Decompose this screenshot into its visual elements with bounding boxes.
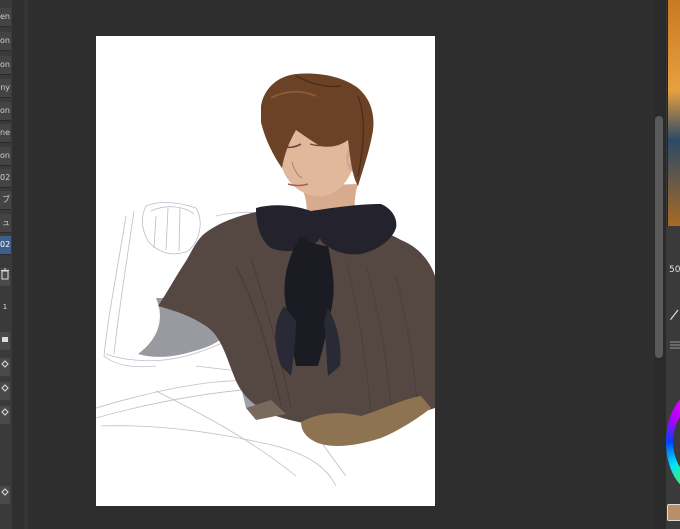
vertical-scrollbar-thumb[interactable] bbox=[655, 116, 663, 358]
layer-item-selected[interactable]: 02 bbox=[0, 236, 11, 255]
pen-icon[interactable] bbox=[669, 306, 680, 321]
brush-size-value[interactable]: 50 bbox=[669, 262, 680, 278]
fill-tool-icon[interactable] bbox=[0, 406, 10, 424]
layer-item[interactable]: on bbox=[0, 56, 11, 75]
navigator-preview[interactable] bbox=[667, 0, 680, 226]
layer-item[interactable]: 02 bbox=[0, 169, 11, 188]
fill-tool-icon[interactable] bbox=[0, 382, 10, 400]
drawing-canvas[interactable] bbox=[96, 36, 435, 506]
layer-item[interactable]: ブ bbox=[0, 191, 11, 210]
layer-item[interactable]: on bbox=[0, 32, 11, 51]
fill-tool-icon[interactable] bbox=[0, 358, 10, 376]
layer-item[interactable]: ny bbox=[0, 79, 11, 98]
fill-tool-icon[interactable] bbox=[0, 486, 10, 504]
trash-icon[interactable] bbox=[0, 268, 10, 286]
menu-icon[interactable] bbox=[670, 334, 680, 349]
layer-item[interactable]: ュ bbox=[0, 214, 11, 233]
color-wheel[interactable] bbox=[666, 392, 680, 492]
layer-panel-strip: en on on ny on ne on 02 ブ ュ 02 1 bbox=[0, 0, 12, 529]
artwork-illustration bbox=[96, 73, 435, 487]
layer-item[interactable]: on bbox=[0, 102, 11, 121]
layer-lock-icon[interactable] bbox=[0, 332, 10, 350]
layer-item[interactable]: ne bbox=[0, 124, 11, 143]
layer-item[interactable]: en bbox=[0, 8, 11, 27]
layer-item[interactable]: on bbox=[0, 147, 11, 166]
current-color-swatch[interactable] bbox=[667, 504, 680, 521]
layer-option-label: 1 bbox=[0, 298, 10, 316]
